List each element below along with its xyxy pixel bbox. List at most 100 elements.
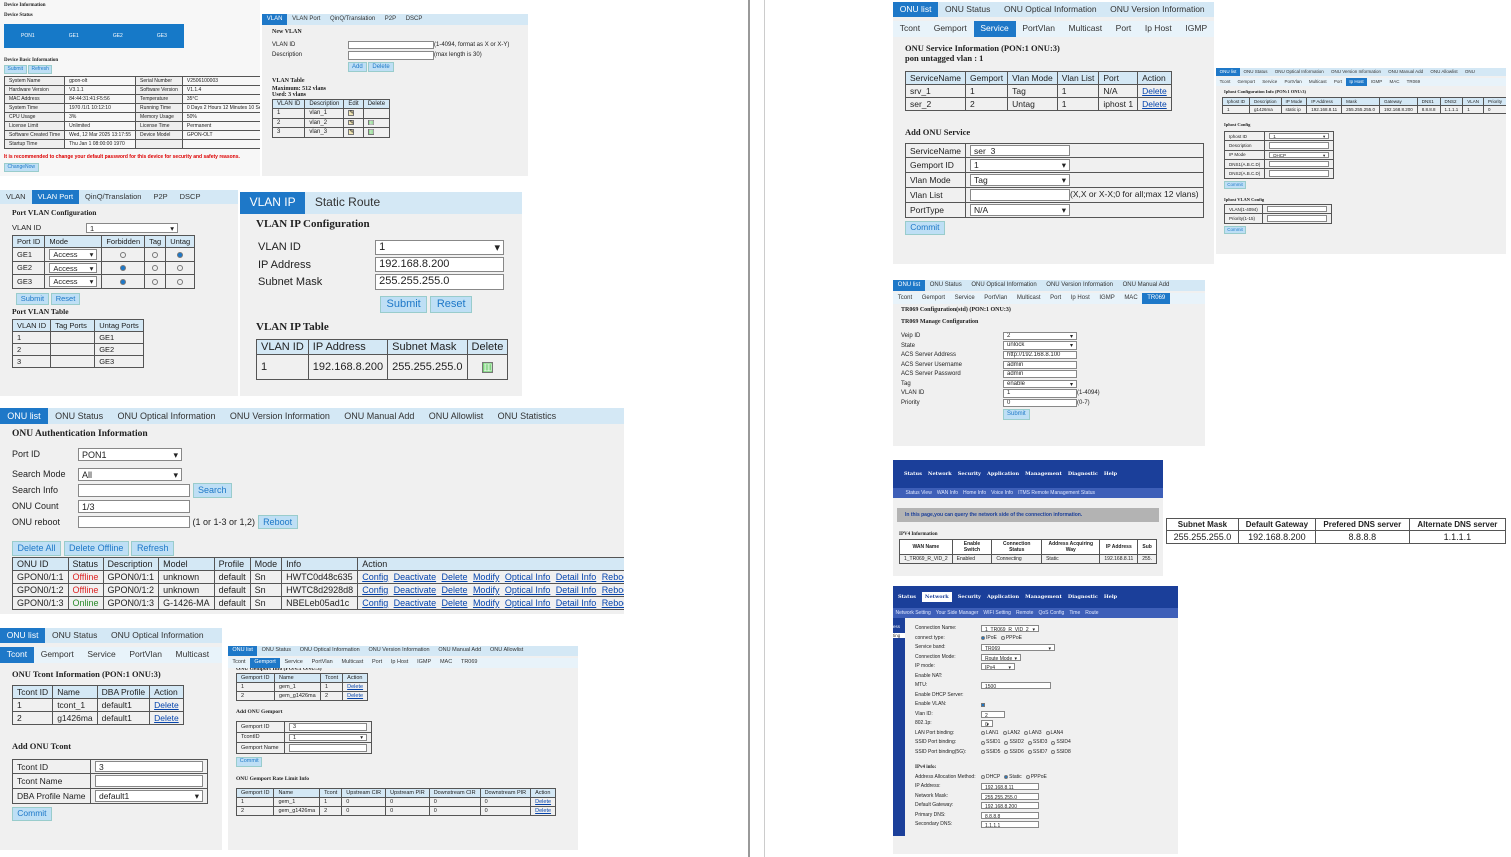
vlan-mode-select[interactable]: Tag [970, 174, 1071, 187]
dns2-a-b-c-d-input[interactable] [1269, 170, 1330, 177]
reset-button[interactable]: Reset [50, 292, 81, 305]
tab-qinq-translation[interactable]: QinQ/Translation [325, 14, 380, 25]
config-link[interactable]: Config [362, 572, 388, 582]
subtab-ip-host[interactable]: Ip Host [387, 658, 413, 668]
ssid5-port-radio[interactable] [1051, 750, 1056, 755]
port-ge2[interactable]: GE2 [113, 33, 123, 39]
subnav-route[interactable]: Route [1085, 610, 1098, 616]
tag-radio[interactable] [152, 265, 159, 272]
subtab-multicast[interactable]: Multicast [1305, 78, 1330, 86]
search-button[interactable]: Search [192, 483, 233, 498]
tcont-id-input[interactable]: 3 [95, 760, 203, 773]
description-input[interactable] [1269, 142, 1330, 149]
forbidden-radio[interactable] [120, 251, 127, 258]
nav-diagnostic[interactable]: Diagnostic [1068, 594, 1098, 600]
delete-link[interactable]: Delete [1137, 96, 1172, 111]
tcont-name-input[interactable] [95, 775, 203, 788]
vlan-id-select[interactable]: 1 [375, 239, 504, 255]
side-menu-item[interactable]: ess [893, 624, 905, 629]
untag-radio[interactable] [177, 278, 184, 285]
subtab-gemport[interactable]: Gemport [927, 21, 974, 36]
lan-port-radio[interactable] [1045, 731, 1050, 736]
subnav-time[interactable]: Time [1069, 610, 1080, 616]
tab-onu-version-information[interactable]: ONU Version Information [1042, 280, 1118, 291]
tab-onu-allowlist[interactable]: ONU Allowlist [1427, 68, 1461, 76]
ssid5-port-radio[interactable] [1027, 750, 1032, 755]
reboot-link[interactable]: Reboot [602, 585, 624, 595]
onu-reboot-input[interactable] [78, 515, 190, 529]
acs-server-password-input[interactable]: admin [1003, 370, 1077, 379]
ssid-port-radio[interactable] [981, 740, 985, 745]
tag-radio[interactable] [152, 278, 159, 285]
connect-type-radio[interactable] [1000, 636, 1005, 641]
subnav-status-view[interactable]: Status View [906, 490, 932, 496]
subtab-tcont[interactable]: Tcont [893, 21, 927, 36]
p8021-select[interactable]: 0 [981, 720, 993, 728]
delete-button[interactable]: Delete [368, 61, 394, 72]
delete-link[interactable]: Delete [149, 710, 184, 725]
untag-radio[interactable] [177, 251, 184, 258]
network-mask-input[interactable]: 255.255.255.0 [981, 792, 1039, 800]
tab-onu-status[interactable]: ONU Status [48, 408, 110, 424]
nav-management[interactable]: Management [1025, 594, 1062, 600]
gemport-id-select[interactable]: 1 [970, 159, 1071, 172]
subtab-tcont[interactable]: Tcont [1216, 78, 1234, 86]
address-allocation-radio[interactable] [1025, 775, 1030, 780]
ssid5-port-radio[interactable] [981, 750, 985, 755]
subnav-network-setting[interactable]: Network Setting [896, 610, 931, 616]
ssid5-port-radio[interactable] [1004, 750, 1009, 755]
submit-button[interactable]: Submit [380, 295, 428, 314]
state-select[interactable]: unlock [1003, 341, 1077, 350]
reboot-button[interactable]: Reboot [257, 514, 298, 530]
commit-button[interactable]: Commit [1224, 180, 1246, 189]
config-link[interactable]: Config [362, 598, 388, 608]
tab-onu-status[interactable]: ONU Status [1240, 68, 1271, 76]
gemport-name-input[interactable] [289, 744, 367, 752]
subnav-wan-info[interactable]: WAN Info [937, 490, 958, 496]
vlan-id-input[interactable] [348, 40, 434, 50]
tab-qinq-translation[interactable]: QinQ/Translation [79, 190, 147, 204]
subtab-multicast[interactable]: Multicast [1062, 21, 1109, 36]
tab-vlan-port[interactable]: VLAN Port [287, 14, 325, 25]
tab-onu-version-information[interactable]: ONU Version Information [223, 408, 337, 424]
forbidden-radio[interactable] [120, 278, 127, 285]
tab-p2p[interactable]: P2P [147, 190, 173, 204]
delete-link[interactable]: Delete [442, 572, 468, 582]
vlan-id-input[interactable]: 2 [981, 710, 1005, 718]
submit-button[interactable]: Submit [16, 292, 49, 305]
connection-mode-select[interactable]: Route Mode [981, 653, 1021, 661]
lan-port-radio[interactable] [1024, 731, 1029, 736]
tcontid-select[interactable]: 1 [289, 733, 367, 742]
forbidden-radio[interactable] [120, 265, 127, 272]
commit-button[interactable]: Commit [236, 756, 263, 767]
nav-security[interactable]: Security [958, 594, 981, 600]
search-info-input[interactable] [78, 484, 190, 497]
mode-select[interactable]: Access [49, 276, 98, 287]
subtab-port[interactable]: Port [1045, 293, 1066, 304]
subnet-mask-input[interactable]: 255.255.255.0 [375, 274, 504, 290]
subnav-qos-config[interactable]: QoS Config [1038, 610, 1064, 616]
subtab-gemport[interactable]: Gemport [249, 657, 281, 668]
submit-button[interactable]: Submit [4, 65, 27, 74]
tag-select[interactable]: enable [1003, 379, 1077, 389]
subnav-voice-info[interactable]: Voice Info [991, 490, 1013, 496]
delete-link[interactable]: Delete [342, 681, 369, 692]
tab-onu-optical-information[interactable]: ONU Optical Information [110, 408, 222, 424]
vlan-id-select[interactable]: 1 [86, 222, 178, 233]
subtab-portvlan[interactable]: PortVlan [307, 658, 337, 668]
acs-server-address-input[interactable]: http://192.168.8.100 [1003, 350, 1077, 360]
subtab-service[interactable]: Service [950, 293, 980, 304]
lan-port-radio[interactable] [981, 731, 985, 736]
nav-application[interactable]: Application [987, 471, 1019, 477]
optical-info-link[interactable]: Optical Info [505, 585, 551, 595]
refresh-button[interactable]: Refresh [27, 65, 53, 74]
tab-dscp[interactable]: DSCP [174, 190, 207, 204]
nav-status[interactable]: Status [904, 471, 922, 477]
address-allocation-radio[interactable] [981, 775, 985, 780]
delete-offline-button[interactable]: Delete Offline [63, 541, 129, 556]
tab-p2p[interactable]: P2P [380, 14, 401, 25]
commit-button[interactable]: Commit [12, 807, 52, 822]
subtab-tcont[interactable]: Tcont [228, 658, 250, 668]
optical-info-link[interactable]: Optical Info [505, 572, 551, 582]
subnav-home-info[interactable]: Home Info [963, 490, 986, 496]
